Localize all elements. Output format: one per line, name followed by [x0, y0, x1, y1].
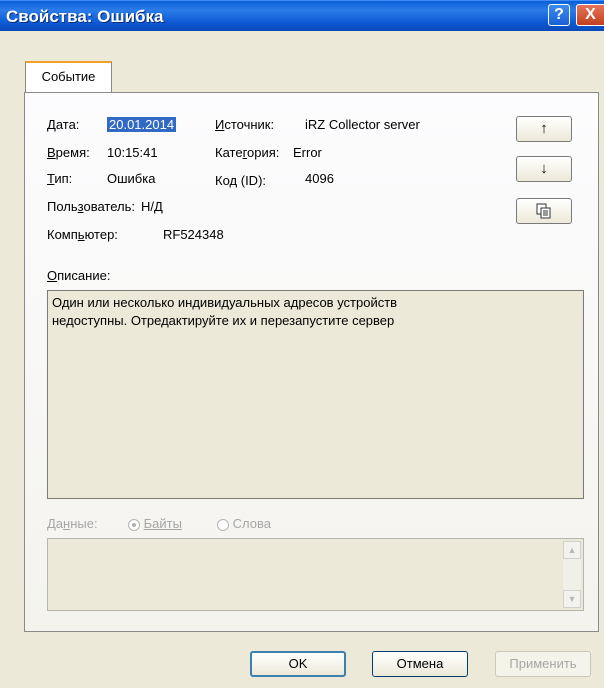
description-label: Описание:: [47, 268, 111, 283]
copy-icon: [536, 203, 551, 219]
ok-button[interactable]: OK: [250, 651, 346, 677]
radio-bytes-label: Байты: [143, 516, 182, 531]
radio-words-icon: [217, 518, 229, 531]
id-label: Код (ID):: [215, 173, 267, 188]
user-label: Пользователь:: [47, 199, 135, 214]
category-value: Error: [293, 145, 322, 160]
radio-bytes[interactable]: Байты: [128, 516, 182, 531]
data-box: ▲ ▼: [47, 538, 584, 611]
type-label: Тип:: [47, 171, 73, 186]
radio-words-label: Слова: [232, 516, 271, 531]
type-value: Ошибка: [107, 171, 156, 186]
description-line-2: недоступны. Отредактируйте их и перезапу…: [52, 313, 395, 328]
next-button[interactable]: ↓: [516, 156, 572, 182]
description-text[interactable]: Один или несколько индивидуальных адресо…: [47, 290, 584, 499]
window-title: Свойства: Ошибка: [6, 7, 164, 26]
cancel-button[interactable]: Отмена: [372, 651, 468, 677]
title-bar: Свойства: Ошибка ? X: [0, 0, 604, 31]
computer-value: RF524348: [163, 227, 224, 242]
data-scrollbar[interactable]: ▲ ▼: [563, 541, 581, 608]
tab-event[interactable]: Событие: [25, 61, 112, 93]
description-line-1: Один или несколько индивидуальных адресо…: [52, 295, 398, 310]
category-label: Категория:: [215, 145, 280, 160]
date-value[interactable]: 20.01.2014: [107, 117, 177, 132]
radio-bytes-icon: [128, 518, 140, 531]
radio-words[interactable]: Слова: [217, 516, 271, 531]
date-label: Дата:: [47, 117, 80, 132]
time-value: 10:15:41: [107, 145, 158, 160]
data-label: Данные:: [47, 516, 98, 531]
source-value: iRZ Collector server: [305, 117, 420, 132]
previous-button[interactable]: ↑: [516, 116, 572, 142]
help-button[interactable]: ?: [548, 4, 570, 26]
computer-label: Компьютер:: [47, 227, 118, 242]
id-value: 4096: [305, 171, 334, 186]
time-label: Время:: [47, 145, 90, 160]
arrow-up-icon: ↑: [540, 120, 548, 137]
copy-button[interactable]: [516, 198, 572, 224]
close-button[interactable]: X: [576, 4, 604, 26]
user-value: Н/Д: [141, 199, 163, 214]
arrow-down-icon: ↓: [540, 160, 548, 177]
apply-button[interactable]: Применить: [495, 651, 591, 677]
scroll-down-icon[interactable]: ▼: [563, 590, 581, 608]
source-label: Источник:: [215, 117, 275, 132]
scroll-up-icon[interactable]: ▲: [563, 541, 581, 559]
